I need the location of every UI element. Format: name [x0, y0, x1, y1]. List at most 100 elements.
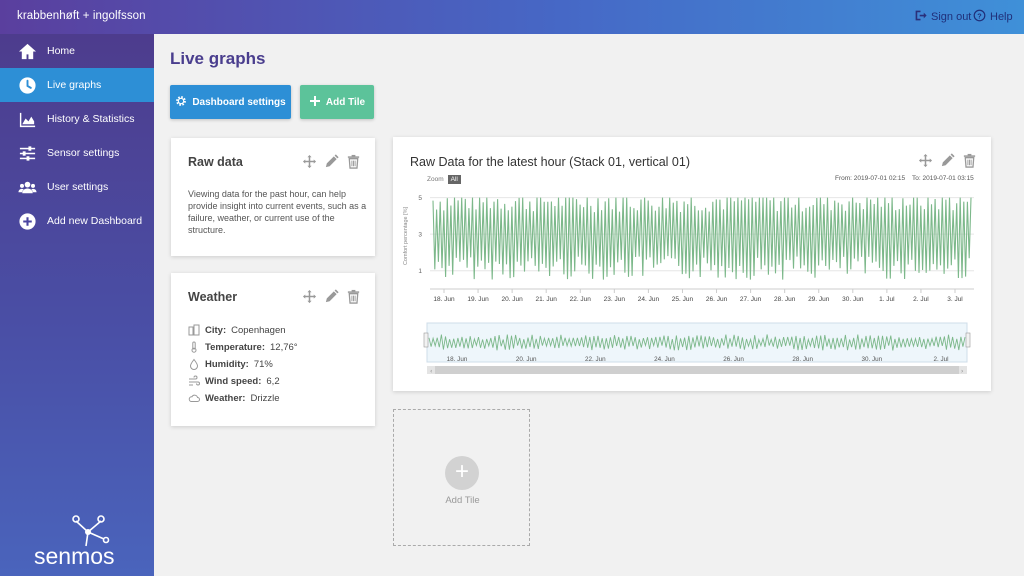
- card-tools: [302, 289, 361, 304]
- sliders-icon: [17, 143, 37, 163]
- navigator-tick-label: 18. Jun: [447, 356, 468, 363]
- series-line: [432, 197, 972, 280]
- raw-data-card: Raw data Viewing data for the past hour,…: [171, 138, 375, 256]
- weather-value: 6,2: [266, 375, 280, 387]
- card-tools: [302, 154, 361, 169]
- top-bar: krabbenhøft + ingolfsson Sign out ? Help: [0, 0, 1024, 34]
- scrollbar-right-arrow: ›: [961, 368, 963, 375]
- x-tick-label: 18. Jun: [433, 296, 455, 303]
- gear-icon: [175, 95, 187, 110]
- sidebar-item-add-dashboard[interactable]: Add new Dashboard: [0, 204, 154, 238]
- plus-circle-icon: [17, 211, 37, 231]
- sidebar-item-label: User settings: [47, 181, 109, 193]
- scrollbar-thumb: [435, 366, 959, 374]
- x-tick-label: 19. Jun: [467, 296, 489, 303]
- sidebar-item-label: Live graphs: [47, 79, 102, 91]
- sidebar-item-sensor-settings[interactable]: Sensor settings: [0, 136, 154, 170]
- scrollbar-left-arrow: ‹: [430, 368, 432, 375]
- clock-icon: [17, 75, 37, 95]
- senmos-logo: senmos: [34, 515, 115, 569]
- x-tick-label: 27. Jun: [740, 296, 762, 303]
- weather-label: Weather:: [205, 392, 246, 404]
- x-tick-label: 25. Jun: [672, 296, 694, 303]
- add-circle-icon: +: [445, 456, 479, 490]
- sidebar-item-label: History & Statistics: [47, 113, 135, 125]
- edit-icon[interactable]: [324, 289, 339, 304]
- x-tick-label: 21. Jun: [536, 296, 558, 303]
- weather-label: Temperature:: [205, 341, 266, 353]
- raw-data-chart[interactable]: 1 3 5 Comfort percentage [%] 18. Jun 19. Jun 2…: [393, 137, 991, 391]
- x-tick-label: 1. Jul: [879, 296, 895, 303]
- weather-label: City:: [205, 324, 227, 336]
- weather-value: Drizzle: [250, 392, 280, 404]
- chart-card: Raw Data for the latest hour (Stack 01, …: [393, 137, 991, 391]
- y-tick-label: 1: [418, 268, 422, 275]
- x-tick-label: 3. Jul: [947, 296, 963, 303]
- move-icon[interactable]: [302, 154, 317, 169]
- help-icon: ?: [973, 9, 986, 25]
- sign-out-button[interactable]: Sign out: [914, 9, 971, 25]
- y-axis-label: Comfort percentage [%]: [403, 206, 409, 265]
- city-icon: [188, 324, 200, 336]
- navigator-tick-label: 2. Jul: [933, 356, 948, 363]
- x-tick-label: 26. Jun: [706, 296, 728, 303]
- help-label: Help: [990, 11, 1013, 23]
- sign-out-icon: [914, 9, 927, 25]
- sidebar-item-user-settings[interactable]: User settings: [0, 170, 154, 204]
- weather-row-temperature: Temperature: 12,76°: [188, 341, 298, 353]
- weather-row-humidity: Humidity: 71%: [188, 358, 273, 370]
- dashboard-settings-label: Dashboard settings: [192, 96, 286, 108]
- weather-value: Copenhagen: [231, 324, 286, 336]
- weather-value: 71%: [253, 358, 273, 370]
- sidebar-item-label: Sensor settings: [47, 147, 120, 159]
- x-tick-label: 29. Jun: [808, 296, 830, 303]
- add-tile-placeholder-label: Add Tile: [445, 495, 480, 506]
- weather-title: Weather: [188, 290, 238, 304]
- sidebar-item-home[interactable]: Home: [0, 34, 154, 68]
- plus-icon: [309, 95, 321, 110]
- logo-text: senmos: [34, 543, 115, 569]
- users-icon: [17, 177, 37, 197]
- trash-icon[interactable]: [346, 289, 361, 304]
- dashboard-settings-button[interactable]: Dashboard settings: [170, 85, 291, 119]
- add-tile-placeholder[interactable]: + Add Tile: [393, 409, 530, 546]
- weather-value: 12,76°: [270, 341, 298, 353]
- sidebar: Home Live graphs History & Statistics Se…: [0, 34, 154, 576]
- page-title: Live graphs: [170, 49, 266, 68]
- navigator-tick-label: 22. Jun: [585, 356, 606, 363]
- y-tick-label: 3: [418, 232, 422, 239]
- add-tile-label: Add Tile: [325, 96, 366, 108]
- weather-label: Humidity:: [205, 358, 249, 370]
- cloud-icon: [188, 392, 200, 404]
- sidebar-item-label: Add new Dashboard: [47, 215, 143, 227]
- sidebar-item-history-statistics[interactable]: History & Statistics: [0, 102, 154, 136]
- droplet-icon: [188, 358, 200, 370]
- weather-row-wind: Wind speed: 6,2: [188, 375, 280, 387]
- navigator-handle-left: [423, 332, 429, 348]
- x-tick-label: 30. Jun: [842, 296, 864, 303]
- sidebar-item-label: Home: [47, 45, 76, 57]
- weather-row-city: City: Copenhagen: [188, 324, 286, 336]
- x-tick-label: 20. Jun: [501, 296, 523, 303]
- edit-icon[interactable]: [324, 154, 339, 169]
- x-tick-label: 2. Jul: [913, 296, 929, 303]
- raw-data-title: Raw data: [188, 155, 243, 169]
- move-icon[interactable]: [302, 289, 317, 304]
- brand-name: krabbenhøft + ingolfsson: [17, 10, 146, 22]
- navigator-tick-label: 26. Jun: [723, 356, 744, 363]
- raw-data-description: Viewing data for the past hour, can help…: [188, 189, 367, 235]
- trash-icon[interactable]: [346, 154, 361, 169]
- add-tile-button[interactable]: Add Tile: [300, 85, 374, 119]
- navigator-tick-label: 24. Jun: [654, 356, 675, 363]
- area-chart-icon: [17, 109, 37, 129]
- navigator-tick-label: 20. Jun: [516, 356, 537, 363]
- help-button[interactable]: ? Help: [973, 9, 1013, 25]
- sidebar-item-live-graphs[interactable]: Live graphs: [0, 68, 154, 102]
- svg-text:?: ?: [977, 11, 982, 20]
- weather-card: Weather City: Copenhagen Temperature: 12…: [171, 273, 375, 426]
- home-icon: [17, 41, 37, 61]
- weather-label: Wind speed:: [205, 375, 262, 387]
- x-tick-label: 28. Jun: [774, 296, 796, 303]
- x-tick-label: 22. Jun: [570, 296, 592, 303]
- x-tick-label: 24. Jun: [638, 296, 660, 303]
